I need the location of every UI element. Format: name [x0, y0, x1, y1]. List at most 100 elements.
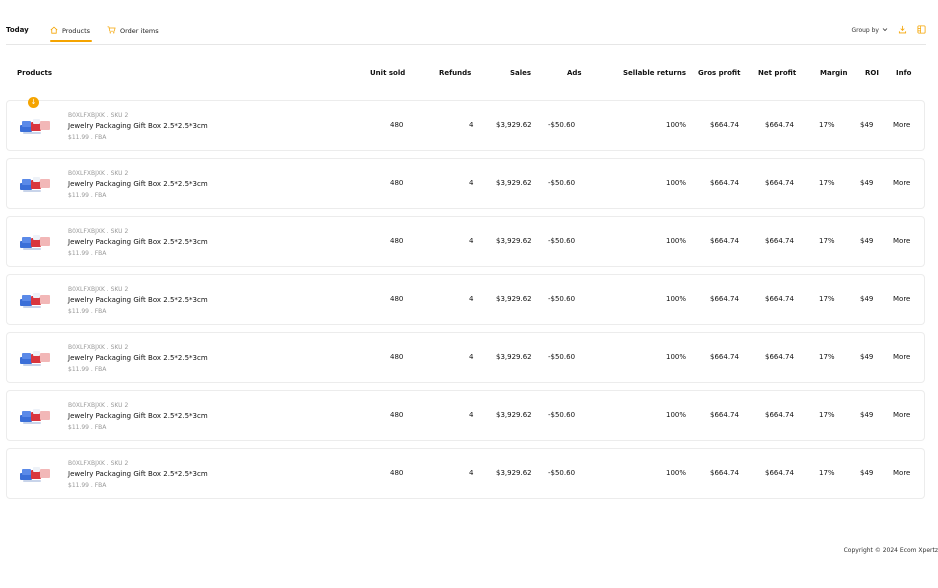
cell-sales: $3,929.62 [496, 295, 532, 303]
table-row[interactable]: B0XLFXBJXK . SKU 2 Jewelry Packaging Gif… [6, 158, 925, 209]
col-info[interactable]: Info [896, 69, 911, 77]
cell-gros-profit: $664.74 [710, 411, 739, 419]
cell-ads: -$50.60 [548, 295, 576, 303]
cell-margin: 17% [819, 411, 835, 419]
cell-roi: $49 [860, 237, 874, 245]
product-name[interactable]: Jewelry Packaging Gift Box 2.5*2.5*3cm [68, 470, 208, 478]
product-sku: B0XLFXBJXK . SKU 2 [68, 402, 129, 409]
product-thumbnail-icon [18, 406, 52, 426]
cell-net-profit: $664.74 [765, 237, 794, 245]
table-row[interactable]: B0XLFXBJXK . SKU 2 Jewelry Packaging Gif… [6, 448, 925, 499]
cell-margin: 17% [819, 469, 835, 477]
product-sku: B0XLFXBJXK . SKU 2 [68, 286, 129, 293]
product-sku: B0XLFXBJXK . SKU 2 [68, 460, 129, 467]
more-link[interactable]: More [893, 295, 910, 303]
cell-net-profit: $664.74 [765, 179, 794, 187]
product-thumbnail-icon [18, 464, 52, 484]
more-link[interactable]: More [893, 237, 910, 245]
cell-unit-sold: 480 [390, 121, 404, 129]
cell-sellable-returns: 100% [666, 121, 687, 129]
product-name[interactable]: Jewelry Packaging Gift Box 2.5*2.5*3cm [68, 238, 208, 246]
cell-margin: 17% [819, 121, 835, 129]
page-title: Today [6, 26, 29, 34]
col-margin[interactable]: Margin [820, 69, 848, 77]
cell-roi: $49 [860, 179, 874, 187]
cell-gros-profit: $664.74 [710, 353, 739, 361]
col-unit-sold[interactable]: Unit sold [370, 69, 405, 77]
cell-net-profit: $664.74 [765, 121, 794, 129]
product-price-fulfillment: $11.99 . FBA [68, 192, 107, 199]
col-net-profit[interactable]: Net profit [758, 69, 796, 77]
cell-sellable-returns: 100% [666, 179, 687, 187]
tab-products[interactable]: Products [50, 26, 93, 42]
more-link[interactable]: More [893, 121, 910, 129]
product-name[interactable]: Jewelry Packaging Gift Box 2.5*2.5*3cm [68, 412, 208, 420]
tab-order-items[interactable]: Order items [107, 26, 159, 36]
col-products[interactable]: Products [17, 69, 52, 77]
cell-net-profit: $664.74 [765, 295, 794, 303]
cell-sellable-returns: 100% [666, 237, 687, 245]
col-sales[interactable]: Sales [510, 69, 531, 77]
product-thumbnail-icon [18, 116, 52, 136]
col-roi[interactable]: ROI [865, 69, 879, 77]
cell-roi: $49 [860, 469, 874, 477]
cell-refunds: 4 [469, 121, 474, 129]
more-link[interactable]: More [893, 411, 910, 419]
cell-ads: -$50.60 [548, 179, 576, 187]
cell-margin: 17% [819, 179, 835, 187]
cell-margin: 17% [819, 295, 835, 303]
table-row[interactable]: B0XLFXBJXK . SKU 2 Jewelry Packaging Gif… [6, 332, 925, 383]
table-row[interactable]: B0XLFXBJXK . SKU 2 Jewelry Packaging Gif… [6, 97, 925, 151]
table-row[interactable]: B0XLFXBJXK . SKU 2 Jewelry Packaging Gif… [6, 390, 925, 441]
cell-sales: $3,929.62 [496, 469, 532, 477]
cell-sales: $3,929.62 [496, 121, 532, 129]
more-link[interactable]: More [893, 469, 910, 477]
copyright-text: Copyright © 2024 Ecom Xpertz [843, 547, 938, 554]
product-name[interactable]: Jewelry Packaging Gift Box 2.5*2.5*3cm [68, 180, 208, 188]
product-price-fulfillment: $11.99 . FBA [68, 482, 107, 489]
product-thumbnail-icon [18, 174, 52, 194]
cell-sellable-returns: 100% [666, 469, 687, 477]
col-sellable-returns[interactable]: Sellable returns [623, 69, 686, 77]
cell-sellable-returns: 100% [666, 411, 687, 419]
cell-ads: -$50.60 [548, 121, 576, 129]
arrow-down-badge-icon: ↓ [28, 97, 39, 108]
cell-unit-sold: 480 [390, 237, 404, 245]
cell-gros-profit: $664.74 [710, 295, 739, 303]
cell-roi: $49 [860, 411, 874, 419]
chevron-down-icon [882, 27, 888, 34]
cell-sales: $3,929.62 [496, 411, 532, 419]
cell-roi: $49 [860, 295, 874, 303]
product-name[interactable]: Jewelry Packaging Gift Box 2.5*2.5*3cm [68, 354, 208, 362]
cell-unit-sold: 480 [390, 179, 404, 187]
columns-icon[interactable] [917, 25, 926, 36]
cell-net-profit: $664.74 [765, 353, 794, 361]
download-icon[interactable] [898, 25, 907, 36]
cell-ads: -$50.60 [548, 237, 576, 245]
cell-gros-profit: $664.74 [710, 237, 739, 245]
col-refunds[interactable]: Refunds [439, 69, 471, 77]
cell-net-profit: $664.74 [765, 411, 794, 419]
group-by-dropdown[interactable]: Group by [851, 27, 888, 34]
cell-refunds: 4 [469, 295, 474, 303]
cell-roi: $49 [860, 121, 874, 129]
cell-sales: $3,929.62 [496, 179, 532, 187]
table-row[interactable]: B0XLFXBJXK . SKU 2 Jewelry Packaging Gif… [6, 274, 925, 325]
product-name[interactable]: Jewelry Packaging Gift Box 2.5*2.5*3cm [68, 122, 208, 130]
cell-sellable-returns: 100% [666, 295, 687, 303]
col-ads[interactable]: Ads [567, 69, 582, 77]
cell-net-profit: $664.74 [765, 469, 794, 477]
cell-unit-sold: 480 [390, 353, 404, 361]
cell-margin: 17% [819, 353, 835, 361]
cell-refunds: 4 [469, 237, 474, 245]
col-gros-profit[interactable]: Gros profit [698, 69, 740, 77]
tab-order-items-label: Order items [120, 27, 159, 35]
product-name[interactable]: Jewelry Packaging Gift Box 2.5*2.5*3cm [68, 296, 208, 304]
product-sku: B0XLFXBJXK . SKU 2 [68, 228, 129, 235]
table-row[interactable]: B0XLFXBJXK . SKU 2 Jewelry Packaging Gif… [6, 216, 925, 267]
cell-unit-sold: 480 [390, 411, 404, 419]
more-link[interactable]: More [893, 353, 910, 361]
product-price-fulfillment: $11.99 . FBA [68, 134, 107, 141]
more-link[interactable]: More [893, 179, 910, 187]
product-table-body: B0XLFXBJXK . SKU 2 Jewelry Packaging Gif… [6, 97, 925, 506]
